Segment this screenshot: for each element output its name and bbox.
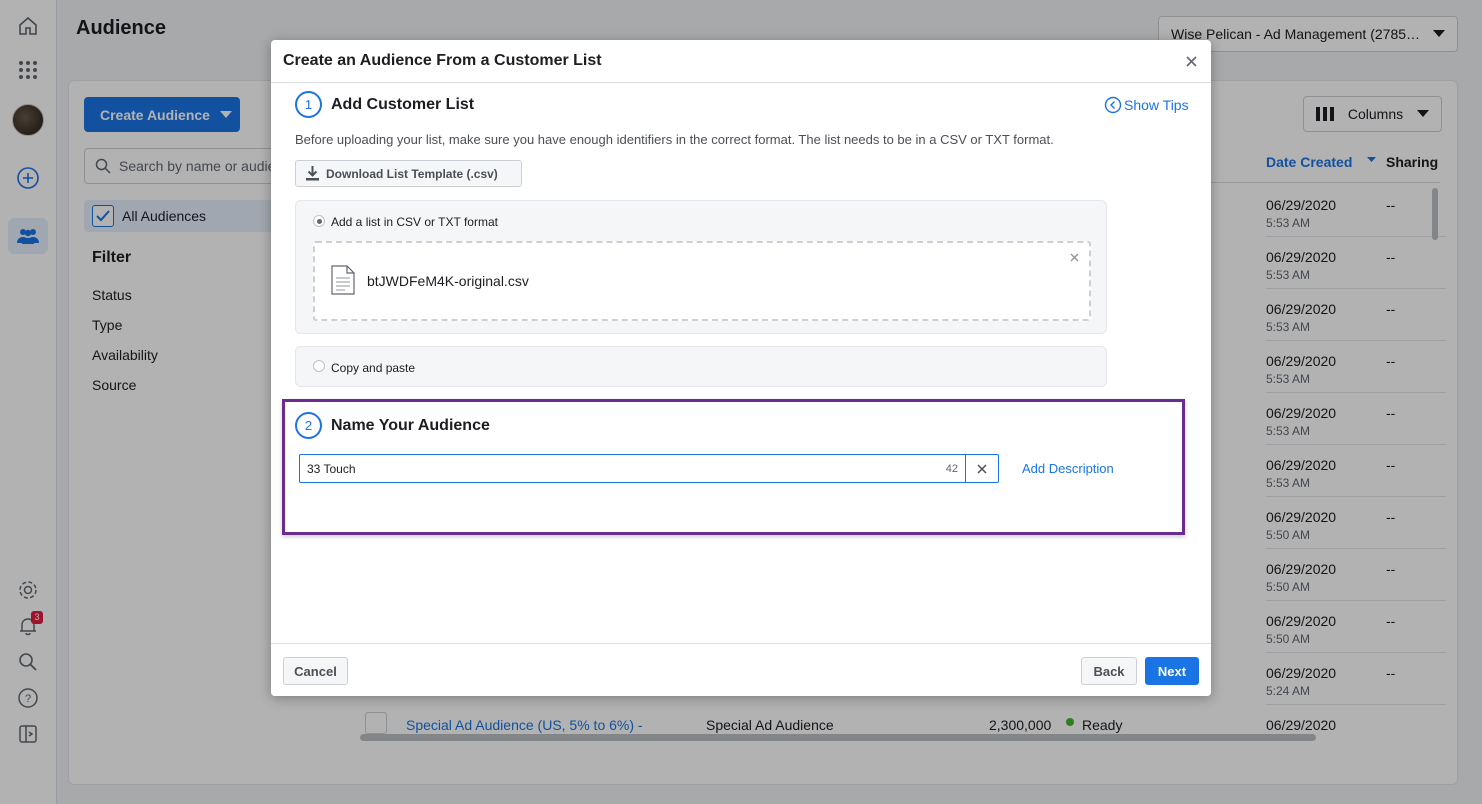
close-icon [1185, 55, 1197, 67]
remove-file-icon[interactable] [1070, 253, 1079, 262]
file-drop-zone[interactable]: btJWDFeM4K-original.csv [313, 241, 1091, 321]
step-number: 2 [295, 412, 322, 439]
step-name-audience: 2 Name Your Audience [295, 412, 490, 439]
chevron-left-circle-icon [1104, 96, 1122, 114]
download-icon [306, 166, 319, 181]
clear-name-button[interactable] [965, 454, 999, 483]
cancel-button[interactable]: Cancel [283, 657, 348, 685]
radio-upload-list[interactable] [313, 215, 325, 227]
add-description-link[interactable]: Add Description [1022, 461, 1114, 476]
upload-option-box: Add a list in CSV or TXT format btJWDFeM… [295, 200, 1107, 334]
download-template-label: Download List Template (.csv) [326, 166, 498, 181]
show-tips-label: Show Tips [1124, 97, 1189, 113]
file-icon [331, 265, 355, 295]
close-button[interactable] [1181, 51, 1201, 71]
step-add-customer-list: 1 Add Customer List [295, 91, 474, 118]
back-button[interactable]: Back [1081, 657, 1137, 685]
close-icon [977, 463, 987, 474]
paste-option-label[interactable]: Copy and paste [331, 361, 415, 375]
modal-header: Create an Audience From a Customer List [271, 40, 1211, 83]
character-count: 42 [945, 463, 958, 475]
download-template-button[interactable]: Download List Template (.csv) [295, 160, 522, 187]
upload-instructions: Before uploading your list, make sure yo… [295, 132, 1054, 147]
audience-name-field[interactable]: 42 [299, 454, 966, 483]
modal-footer: Cancel Back Next [271, 643, 1211, 696]
create-audience-modal: Create an Audience From a Customer List … [271, 40, 1211, 696]
paste-option-box: Copy and paste [295, 346, 1107, 387]
radio-copy-paste[interactable] [313, 360, 325, 372]
upload-option-label[interactable]: Add a list in CSV or TXT format [331, 215, 498, 229]
step-number: 1 [295, 91, 322, 118]
modal-title: Create an Audience From a Customer List [283, 52, 602, 69]
step-title: Name Your Audience [331, 416, 490, 434]
next-button[interactable]: Next [1145, 657, 1199, 685]
uploaded-file-name: btJWDFeM4K-original.csv [367, 273, 529, 289]
show-tips-link[interactable]: Show Tips [1104, 96, 1189, 114]
step-title: Add Customer List [331, 95, 475, 113]
audience-name-input[interactable] [300, 455, 900, 482]
